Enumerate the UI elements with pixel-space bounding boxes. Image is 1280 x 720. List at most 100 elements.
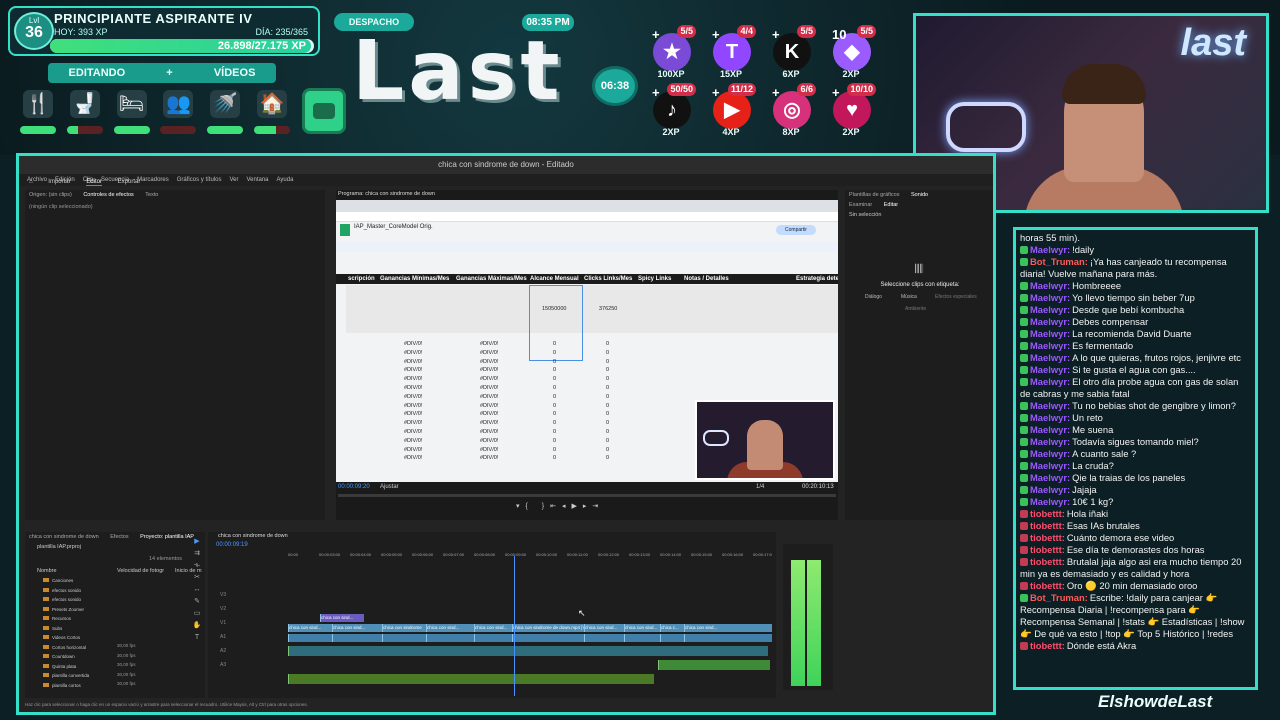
tab-sequence[interactable]: chica con sindrome de down: [29, 534, 99, 540]
tab-text[interactable]: Texto: [145, 192, 158, 198]
chat-username: Maelwyr:: [1030, 304, 1071, 315]
resolution-dropdown[interactable]: 1/4: [756, 484, 764, 490]
menu-bar: Archivo Edición Clip Secuencia Marcadores Grá…: [19, 174, 993, 186]
tab-source[interactable]: Origen: (sin clips): [29, 192, 72, 198]
program-timecode: 00:00:09:20: [338, 484, 370, 490]
chat-username: tiobettt:: [1030, 580, 1065, 591]
track-header[interactable]: A2: [220, 648, 226, 654]
playhead[interactable]: [514, 556, 515, 696]
track-header[interactable]: V2: [220, 606, 226, 612]
tab-editor[interactable]: Editor: [86, 179, 102, 186]
video-clip[interactable]: [512, 634, 584, 642]
chat-text: Cuánto demora ese video: [1066, 532, 1175, 543]
video-clip[interactable]: [684, 634, 772, 642]
audio-clip[interactable]: [658, 660, 770, 670]
column-name[interactable]: Nombre: [37, 568, 57, 574]
tab-effects[interactable]: Efectos: [110, 534, 128, 540]
video-clip[interactable]: [288, 634, 332, 642]
track-select-icon[interactable]: ⇉: [191, 548, 203, 560]
video-clip[interactable]: chica con sind...: [332, 624, 382, 632]
tab-exportar[interactable]: Exportar: [118, 179, 141, 185]
video-clip[interactable]: [584, 634, 624, 642]
video-clip[interactable]: chica con sind...: [288, 624, 332, 632]
project-item[interactable]: Subs: [43, 626, 62, 631]
video-clip[interactable]: [426, 634, 474, 642]
column-fps[interactable]: Velocidad de fotogr: [117, 568, 164, 574]
video-clip[interactable]: [660, 634, 684, 642]
timeline-ruler[interactable]: 00:00 00:00:03:00 00:00:04:00 00:00:05:00 00…: [288, 552, 772, 558]
dialogue-option[interactable]: Diálogo: [865, 294, 882, 300]
home-icon[interactable]: ⌂: [29, 179, 33, 185]
menu-item[interactable]: Ayuda: [277, 177, 294, 183]
video-clip[interactable]: chica con sind...: [426, 624, 474, 632]
program-scrubber[interactable]: [338, 494, 836, 497]
menu-item[interactable]: Gráficos y títulos: [177, 177, 222, 183]
tab-importar[interactable]: Importar: [48, 179, 70, 185]
audio-clip[interactable]: [288, 646, 768, 656]
audio-clip[interactable]: [288, 674, 654, 684]
tab-project[interactable]: Proyecto: plantilla IAP: [140, 534, 194, 540]
project-item[interactable]: efectos sonido: [43, 588, 81, 593]
video-clip[interactable]: [382, 634, 426, 642]
share-button[interactable]: Compartir: [776, 225, 816, 235]
tab-graphics-templates[interactable]: Plantillas de gráficos: [849, 192, 899, 198]
track-header[interactable]: A1: [220, 634, 226, 640]
project-item[interactable]: Countdown: [43, 654, 75, 659]
social-icon: 👥: [163, 90, 194, 118]
menu-item[interactable]: Ventana: [246, 177, 268, 183]
chat-username: Maelwyr:: [1030, 412, 1071, 423]
track-header[interactable]: V3: [220, 592, 226, 598]
project-item[interactable]: Canciones: [43, 578, 73, 583]
video-clip[interactable]: chica con sindrome de down.mp4 [V]: [512, 624, 584, 632]
project-item[interactable]: Cortos horizontal: [43, 645, 86, 650]
ambience-option[interactable]: Ambiente: [905, 306, 926, 312]
project-item[interactable]: plantilla convertida: [43, 673, 89, 678]
tab-sound[interactable]: Sonido: [911, 192, 928, 198]
tab-effect-controls[interactable]: Controles de efectos: [83, 192, 133, 198]
sheet-cell: #DIV/0!: [404, 393, 423, 400]
rectangle-tool-icon[interactable]: ▭: [191, 608, 203, 620]
video-clip[interactable]: chica c...: [660, 624, 684, 632]
hand-tool-icon[interactable]: ✋: [191, 620, 203, 632]
window-title: chica con sindrome de down - Editado: [19, 156, 993, 174]
video-clip[interactable]: chica con sind...: [320, 614, 364, 622]
project-item[interactable]: Quinta plata: [43, 664, 76, 669]
video-clip[interactable]: [332, 634, 382, 642]
razor-tool-icon[interactable]: ✂: [191, 572, 203, 584]
chat-message: tiobettt: Dónde está Akra: [1020, 640, 1251, 652]
social-goal: ◎ +6/6 8XP: [766, 83, 816, 137]
source-panel: Origen: (sin clips) Controles de efectos…: [25, 190, 325, 520]
video-clip[interactable]: chica con sind...: [684, 624, 772, 632]
goal-xp: 2XP: [842, 69, 860, 79]
video-clip[interactable]: chica con sindrome: [382, 624, 426, 632]
project-item[interactable]: Videos Cortos: [43, 635, 80, 640]
video-clip[interactable]: chica con sind...: [474, 624, 512, 632]
pen-tool-icon[interactable]: ✎: [191, 596, 203, 608]
chat-username: tiobettt:: [1030, 508, 1065, 519]
video-clip[interactable]: [624, 634, 660, 642]
menu-item[interactable]: Ver: [229, 177, 238, 183]
sfx-option[interactable]: Efectos especiales: [935, 294, 977, 300]
project-item[interactable]: plantilla cortos: [43, 683, 81, 688]
project-item[interactable]: efectos sonido: [43, 597, 81, 602]
tab-edit[interactable]: Editar: [884, 202, 898, 208]
tab-browse[interactable]: Examinar: [849, 202, 872, 208]
project-item[interactable]: Presets Zoomer: [43, 607, 84, 612]
music-option[interactable]: Música: [901, 294, 917, 300]
sheet-cell: #DIV/0!: [404, 420, 423, 427]
track-header[interactable]: A3: [220, 662, 226, 668]
sheet-cell: #DIV/0!: [404, 358, 423, 365]
fit-dropdown[interactable]: Ajustar: [380, 484, 399, 490]
chat-message: Maelwyr: La recomienda David Duarte: [1020, 328, 1251, 340]
slip-tool-icon[interactable]: ↔: [191, 584, 203, 596]
selection-tool-icon[interactable]: ▶: [191, 536, 203, 548]
video-clip[interactable]: chica con sind...: [584, 624, 624, 632]
plus-icon: +: [712, 27, 720, 42]
ripple-edit-icon[interactable]: ⟛: [191, 560, 203, 572]
video-clip[interactable]: [474, 634, 512, 642]
video-clip[interactable]: chica con sind...: [624, 624, 660, 632]
type-tool-icon[interactable]: T: [191, 632, 203, 644]
playback-controls[interactable]: ▾{ }⇤◂▶▸⇥: [516, 502, 604, 510]
track-header[interactable]: V1: [220, 620, 226, 626]
project-item[interactable]: Recursos: [43, 616, 71, 621]
